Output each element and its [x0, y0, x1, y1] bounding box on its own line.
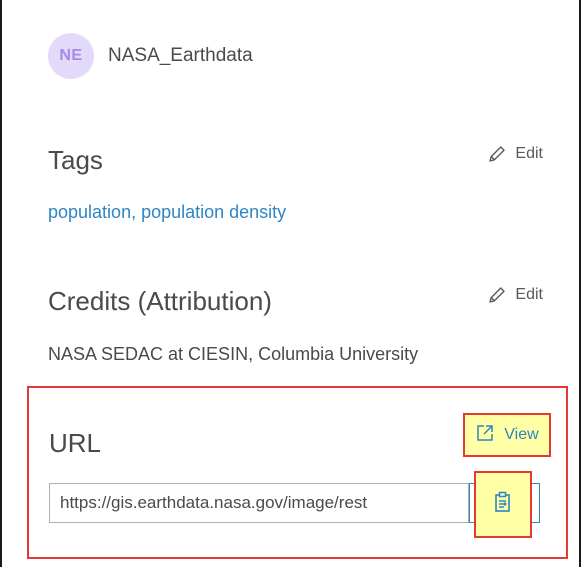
- view-url-button[interactable]: View: [463, 413, 551, 457]
- url-title: URL: [49, 428, 102, 458]
- item-details-panel: NE NASA_Earthdata Tags Edit population, …: [0, 0, 581, 567]
- tags-value[interactable]: population, population density: [48, 202, 286, 223]
- credits-title: Credits (Attribution): [48, 286, 272, 316]
- tags-edit-button[interactable]: Edit: [487, 144, 543, 164]
- pencil-icon: [487, 144, 507, 164]
- copy-clipboard-icon: [493, 491, 513, 518]
- panel-left-border: [0, 0, 2, 567]
- external-link-icon: [475, 423, 495, 448]
- credits-edit-label: Edit: [515, 286, 543, 303]
- credits-value: NASA SEDAC at CIESIN, Columbia Universit…: [48, 344, 419, 364]
- tags-title: Tags: [48, 145, 103, 175]
- url-field[interactable]: [49, 483, 469, 523]
- tags-edit-label: Edit: [515, 145, 543, 162]
- url-section: URL View: [27, 386, 568, 559]
- owner-row[interactable]: NE NASA_Earthdata: [48, 33, 253, 79]
- owner-name[interactable]: NASA_Earthdata: [108, 45, 253, 67]
- view-url-label: View: [504, 426, 539, 443]
- credits-edit-button[interactable]: Edit: [487, 285, 543, 305]
- pencil-icon: [487, 285, 507, 305]
- copy-url-button[interactable]: [474, 471, 532, 538]
- avatar: NE: [48, 33, 94, 79]
